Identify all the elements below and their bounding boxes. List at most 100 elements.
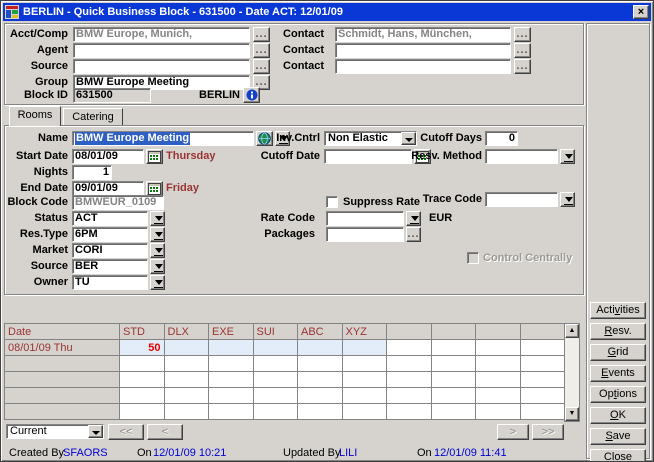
grid-cell[interactable] — [342, 404, 387, 420]
contact2-lookup-button[interactable]: ... — [514, 43, 531, 58]
res-type-field[interactable]: 6PM — [72, 227, 148, 242]
resv-button[interactable]: Resv. — [590, 323, 646, 340]
trace-code-lov-button[interactable] — [560, 192, 575, 207]
contact1-field[interactable]: Schmidt, Hans, München, — [335, 27, 511, 42]
close-window-button[interactable]: × — [633, 5, 649, 19]
grid-view-combobox[interactable]: Current — [6, 424, 104, 439]
market-field[interactable]: CORI — [72, 243, 148, 258]
grid-cell[interactable] — [5, 404, 120, 420]
grid-cell[interactable] — [298, 372, 343, 388]
grid-cell[interactable] — [520, 356, 565, 372]
trace-code-field[interactable] — [485, 192, 558, 207]
grid-cell[interactable] — [120, 404, 165, 420]
ok-button[interactable]: OK — [590, 407, 646, 424]
source2-field[interactable]: BER — [72, 259, 148, 274]
grid-cell[interactable] — [120, 388, 165, 404]
grid-cell[interactable] — [476, 404, 521, 420]
grid-last-button[interactable]: >> — [532, 424, 564, 440]
scroll-up-icon[interactable]: ▲ — [565, 324, 579, 338]
grid-cell[interactable] — [5, 356, 120, 372]
source2-lov-button[interactable] — [150, 259, 165, 274]
grid-cell[interactable] — [476, 372, 521, 388]
contact3-lookup-button[interactable]: ... — [514, 59, 531, 74]
contact1-lookup-button[interactable]: ... — [514, 27, 531, 42]
grid-cell[interactable]: 08/01/09 Thu — [5, 340, 120, 356]
res-type-lov-button[interactable] — [150, 227, 165, 242]
grid-cell[interactable] — [387, 340, 432, 356]
options-button[interactable]: Options — [590, 386, 646, 403]
grid-cell[interactable] — [431, 356, 476, 372]
grid-cell[interactable] — [342, 388, 387, 404]
grid-cell[interactable] — [164, 388, 209, 404]
grid-cell[interactable] — [164, 340, 209, 356]
grid-next-button[interactable]: > — [497, 424, 529, 440]
grid-scrollbar[interactable]: ▲ ▼ — [564, 323, 580, 422]
grid-cell[interactable] — [5, 372, 120, 388]
grid-cell[interactable] — [253, 404, 298, 420]
start-date-calendar-button[interactable] — [146, 149, 163, 164]
owner-field[interactable]: TU — [72, 275, 148, 290]
cutoff-days-field[interactable]: 0 — [485, 131, 518, 146]
grid-cell[interactable] — [520, 340, 565, 356]
acct-comp-field[interactable]: BMW Europe, Munich, — [73, 27, 250, 42]
grid-cell[interactable] — [431, 388, 476, 404]
grid-cell[interactable]: 50 — [120, 340, 165, 356]
grid-cell[interactable] — [520, 388, 565, 404]
rate-code-lov-button[interactable] — [406, 211, 421, 226]
save-button[interactable]: Save — [590, 428, 646, 445]
grid-cell[interactable] — [387, 404, 432, 420]
grid-cell[interactable] — [5, 388, 120, 404]
tab-rooms[interactable]: Rooms — [9, 106, 61, 126]
end-date-calendar-button[interactable] — [146, 181, 163, 196]
grid-cell[interactable] — [253, 340, 298, 356]
activities-button[interactable]: Activities — [590, 302, 646, 319]
contact3-field[interactable] — [335, 59, 511, 74]
market-lov-button[interactable] — [150, 243, 165, 258]
grid-cell[interactable] — [209, 340, 254, 356]
grid-cell[interactable] — [476, 356, 521, 372]
grid-cell[interactable] — [431, 404, 476, 420]
packages-lookup-button[interactable]: ... — [406, 227, 421, 242]
grid-cell[interactable] — [387, 356, 432, 372]
name-field[interactable]: BMW Europe Meeting — [72, 131, 254, 146]
agent-field[interactable] — [73, 43, 250, 58]
status-lov-button[interactable] — [150, 211, 165, 226]
property-info-button[interactable] — [243, 87, 260, 103]
grid-cell[interactable] — [209, 404, 254, 420]
end-date-field[interactable]: 09/01/09 — [72, 181, 144, 196]
packages-field[interactable] — [326, 227, 404, 242]
source-field[interactable] — [73, 59, 250, 74]
grid-cell[interactable] — [209, 372, 254, 388]
grid-cell[interactable] — [476, 388, 521, 404]
owner-lov-button[interactable] — [150, 275, 165, 290]
chevron-down-icon[interactable] — [88, 425, 103, 438]
grid-cell[interactable] — [476, 340, 521, 356]
start-date-field[interactable]: 08/01/09 — [72, 149, 144, 164]
grid-cell[interactable] — [342, 356, 387, 372]
rate-code-field[interactable] — [326, 211, 404, 226]
tab-catering[interactable]: Catering — [63, 108, 123, 125]
grid-cell[interactable] — [209, 388, 254, 404]
grid-cell[interactable] — [298, 404, 343, 420]
grid-cell[interactable] — [253, 372, 298, 388]
grid-cell[interactable] — [431, 372, 476, 388]
resv-method-field[interactable] — [485, 149, 558, 164]
grid-cell[interactable] — [253, 356, 298, 372]
contact2-field[interactable] — [335, 43, 511, 58]
grid-cell[interactable] — [431, 340, 476, 356]
grid-cell[interactable] — [387, 388, 432, 404]
status-field[interactable]: ACT — [72, 211, 148, 226]
nights-field[interactable]: 1 — [72, 165, 112, 180]
close-button[interactable]: Close — [590, 449, 646, 462]
grid-cell[interactable] — [164, 372, 209, 388]
grid-cell[interactable] — [253, 388, 298, 404]
resv-method-lov-button[interactable] — [560, 149, 575, 164]
events-button[interactable]: Events — [590, 365, 646, 382]
grid-cell[interactable] — [520, 404, 565, 420]
grid-cell[interactable] — [164, 404, 209, 420]
grid-cell[interactable] — [120, 356, 165, 372]
suppress-rate-checkbox[interactable] — [326, 196, 338, 208]
grid-cell[interactable] — [298, 356, 343, 372]
grid-button[interactable]: Grid — [590, 344, 646, 361]
grid-cell[interactable] — [209, 356, 254, 372]
